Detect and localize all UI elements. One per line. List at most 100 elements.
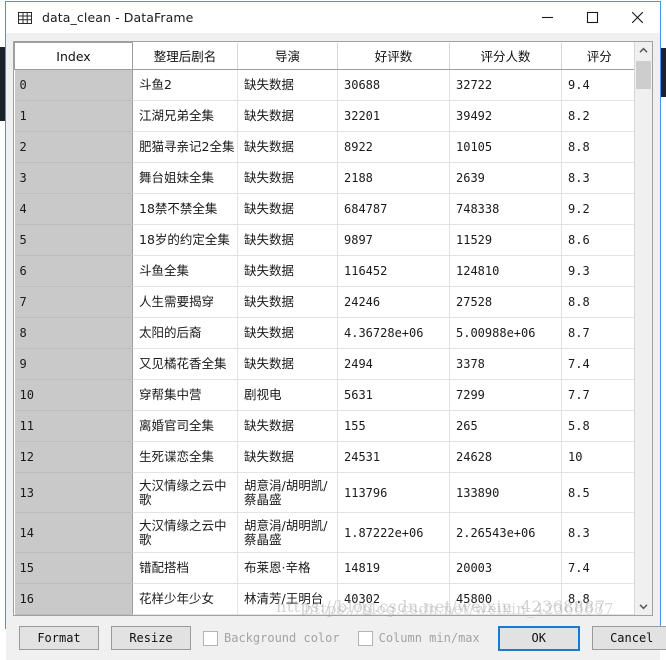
cell-name[interactable]: 大汉情缘之云中歌 [132, 512, 238, 553]
table-row[interactable]: 0 斗鱼2 缺失数据 30688 32722 9.4 [14, 69, 634, 101]
maximize-button[interactable] [570, 2, 615, 33]
column-header-count[interactable]: 评分人数 [449, 42, 562, 70]
cell-name[interactable]: 江湖兄弟全集 [132, 100, 238, 132]
cell-score[interactable]: 8.8 [561, 286, 634, 318]
cell-director[interactable]: 布莱恩·辛格 [237, 552, 338, 584]
cell-good[interactable]: 5631 [337, 379, 450, 411]
table-row[interactable]: 6 斗鱼全集 缺失数据 116452 124810 9.3 [14, 255, 634, 287]
cell-index[interactable]: 10 [14, 379, 133, 411]
cell-good[interactable]: 8922 [337, 131, 450, 163]
table-row[interactable]: 8 太阳的后裔 缺失数据 4.36728e+06 5.00988e+06 8.7 [14, 317, 634, 349]
cell-count[interactable]: 748338 [449, 193, 562, 225]
cell-director[interactable]: 剧视电 [237, 379, 338, 411]
cell-index[interactable]: 15 [14, 552, 133, 584]
table-row[interactable]: 1 江湖兄弟全集 缺失数据 32201 39492 8.2 [14, 100, 634, 132]
cell-good[interactable]: 9897 [337, 224, 450, 256]
cell-name[interactable]: 花样少年少女 [132, 583, 238, 615]
checkbox-box[interactable] [357, 630, 373, 646]
column-header-good[interactable]: 好评数 [337, 42, 450, 70]
scrollbar-track[interactable] [635, 59, 652, 598]
cell-director[interactable]: 缺失数据 [237, 69, 338, 101]
cell-director[interactable]: 缺失数据 [237, 286, 338, 318]
cell-count[interactable]: 10105 [449, 131, 562, 163]
cell-director[interactable]: 缺失数据 [237, 224, 338, 256]
cell-count[interactable]: 45800 [449, 583, 562, 615]
cell-director[interactable]: 缺失数据 [237, 100, 338, 132]
cell-index[interactable]: 11 [14, 410, 133, 442]
cell-index[interactable]: 13 [14, 472, 133, 513]
cell-director[interactable]: 胡意涓/胡明凯/蔡晶盛 [237, 512, 338, 553]
cell-name[interactable]: 肥猫寻亲记2全集 [132, 131, 238, 163]
cell-index[interactable]: 0 [14, 69, 133, 101]
cell-director[interactable]: 缺失数据 [237, 317, 338, 349]
cell-index[interactable]: 4 [14, 193, 133, 225]
cell-count[interactable]: 27528 [449, 286, 562, 318]
cell-count[interactable]: 20003 [449, 552, 562, 584]
cell-name[interactable]: 错配搭档 [132, 552, 238, 584]
cell-index[interactable]: 2 [14, 131, 133, 163]
cell-score[interactable]: 8.3 [561, 512, 634, 553]
cell-count[interactable]: 2639 [449, 162, 562, 194]
column-header-score[interactable]: 评分 [561, 42, 634, 70]
cell-index[interactable]: 6 [14, 255, 133, 287]
cell-index[interactable]: 12 [14, 441, 133, 473]
cell-good[interactable]: 2188 [337, 162, 450, 194]
cell-index[interactable]: 5 [14, 224, 133, 256]
cell-score[interactable]: 8.8 [561, 583, 634, 615]
table-row[interactable]: 15 错配搭档 布莱恩·辛格 14819 20003 7.4 [14, 552, 634, 584]
cell-index[interactable]: 3 [14, 162, 133, 194]
cell-director[interactable]: 缺失数据 [237, 255, 338, 287]
format-button[interactable]: Format [19, 626, 99, 650]
cell-count[interactable]: 24628 [449, 441, 562, 473]
cell-name[interactable]: 太阳的后裔 [132, 317, 238, 349]
cell-name[interactable]: 斗鱼全集 [132, 255, 238, 287]
cell-score[interactable]: 7.4 [561, 348, 634, 380]
cell-director[interactable]: 缺失数据 [237, 410, 338, 442]
cell-score[interactable]: 9.4 [561, 69, 634, 101]
cell-good[interactable]: 155 [337, 410, 450, 442]
cell-index[interactable]: 14 [14, 512, 133, 553]
cell-index[interactable]: 8 [14, 317, 133, 349]
cell-score[interactable]: 8.7 [561, 317, 634, 349]
cell-name[interactable]: 人生需要揭穿 [132, 286, 238, 318]
cell-index[interactable]: 1 [14, 100, 133, 132]
cell-score[interactable]: 9.3 [561, 255, 634, 287]
cell-name[interactable]: 穿帮集中营 [132, 379, 238, 411]
cell-score[interactable]: 9.2 [561, 193, 634, 225]
table-scrollport[interactable]: Index 整理后剧名 导演 好评数 评分人数 评分 0 斗鱼2 缺失数据 30688… [14, 42, 634, 615]
cell-score[interactable]: 8.2 [561, 100, 634, 132]
cell-name[interactable]: 又见橘花香全集 [132, 348, 238, 380]
cell-director[interactable]: 缺失数据 [237, 162, 338, 194]
close-button[interactable] [615, 2, 660, 33]
column-header-index[interactable]: Index [14, 42, 133, 70]
cell-count[interactable]: 2.26543e+06 [449, 512, 562, 553]
cell-count[interactable]: 39492 [449, 100, 562, 132]
column-header-director[interactable]: 导演 [237, 42, 338, 70]
cancel-button[interactable]: Cancel [591, 626, 666, 650]
table-row[interactable]: 4 18禁不禁全集 缺失数据 684787 748338 9.2 [14, 193, 634, 225]
column-minmax-checkbox[interactable]: Column min/max [357, 630, 480, 646]
cell-good[interactable]: 113796 [337, 472, 450, 513]
table-row[interactable]: 10 穿帮集中营 剧视电 5631 7299 7.7 [14, 379, 634, 411]
table-row[interactable]: 9 又见橘花香全集 缺失数据 2494 3378 7.4 [14, 348, 634, 380]
cell-score[interactable]: 7.4 [561, 552, 634, 584]
cell-good[interactable]: 684787 [337, 193, 450, 225]
cell-name[interactable]: 18禁不禁全集 [132, 193, 238, 225]
cell-score[interactable]: 5.8 [561, 410, 634, 442]
table-row[interactable]: 11 离婚官司全集 缺失数据 155 265 5.8 [14, 410, 634, 442]
cell-index[interactable]: 9 [14, 348, 133, 380]
cell-score[interactable]: 8.6 [561, 224, 634, 256]
background-color-checkbox[interactable]: Background color [203, 630, 340, 646]
cell-count[interactable]: 265 [449, 410, 562, 442]
vertical-scrollbar[interactable] [634, 42, 652, 615]
cell-score[interactable]: 8.3 [561, 162, 634, 194]
cell-good[interactable]: 32201 [337, 100, 450, 132]
column-header-name[interactable]: 整理后剧名 [132, 42, 238, 70]
cell-count[interactable]: 7299 [449, 379, 562, 411]
cell-name[interactable]: 生死谍恋全集 [132, 441, 238, 473]
cell-director[interactable]: 缺失数据 [237, 441, 338, 473]
cell-name[interactable]: 大汉情缘之云中歌 [132, 472, 238, 513]
cell-good[interactable]: 14819 [337, 552, 450, 584]
table-row[interactable]: 5 18岁的约定全集 缺失数据 9897 11529 8.6 [14, 224, 634, 256]
cell-good[interactable]: 30688 [337, 69, 450, 101]
